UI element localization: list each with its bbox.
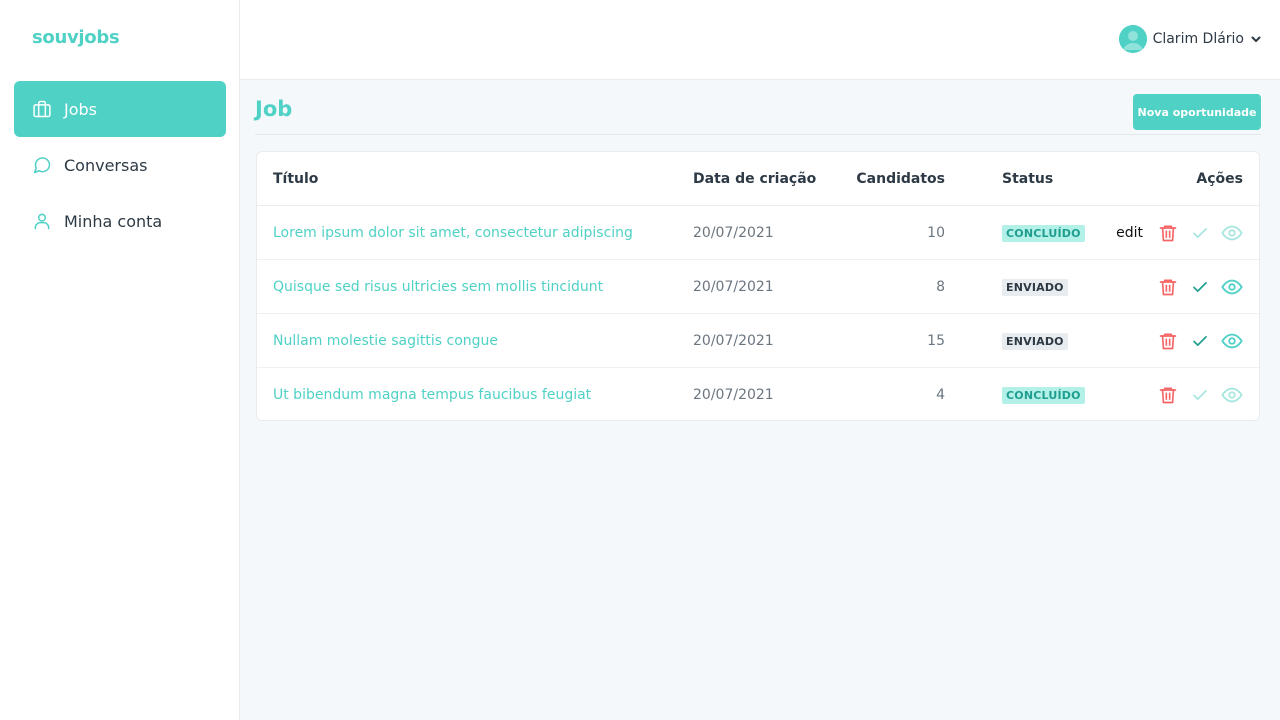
page-title: Job [255,97,293,121]
user-name: Clarim Dlário [1152,31,1244,47]
status-badge: ENVIADO [1002,332,1068,350]
candidates-count: 8 [936,279,945,295]
trash-icon[interactable] [1157,330,1179,352]
sidebar: souvjobs Jobs Conversas Minha conta [0,0,240,720]
trash-icon[interactable] [1157,276,1179,298]
app-logo[interactable]: souvjobs [32,27,120,48]
chat-icon [32,155,52,175]
column-header-actions: Ações [1196,170,1243,187]
sidebar-item-jobs[interactable]: Jobs [14,81,226,137]
status-badge: ENVIADO [1002,278,1068,296]
job-title-link[interactable]: Quisque sed risus ultricies sem mollis t… [273,279,603,295]
created-date: 20/07/2021 [693,387,774,403]
table-row: Nullam molestie sagittis congue 20/07/20… [257,314,1259,368]
chevron-down-icon [1250,30,1262,49]
table-row: Quisque sed risus ultricies sem mollis t… [257,260,1259,314]
candidates-count: 4 [936,387,945,403]
sidebar-item-label: Minha conta [64,211,163,231]
eye-icon[interactable] [1221,384,1243,406]
row-actions [1157,314,1243,368]
trash-icon[interactable] [1157,222,1179,244]
status-badge: CONCLUÍDO [1002,224,1085,242]
eye-icon[interactable] [1221,222,1243,244]
check-icon[interactable] [1189,222,1211,244]
candidates-count: 15 [927,333,945,349]
table-row: Lorem ipsum dolor sit amet, consectetur … [257,206,1259,260]
column-header-title[interactable]: Título [273,152,318,205]
top-bar: Clarim Dlário [240,0,1280,80]
table-row: Ut bibendum magna tempus faucibus feugia… [257,368,1259,420]
job-title-link[interactable]: Lorem ipsum dolor sit amet, consectetur … [273,225,633,241]
avatar-icon [1118,25,1147,53]
trash-icon[interactable] [1157,384,1179,406]
row-actions [1157,260,1243,314]
sidebar-item-label: Jobs [64,99,97,119]
jobs-table: Título Data de criação Candidatos Status… [256,151,1260,421]
sidebar-nav: Jobs Conversas Minha conta [14,81,226,249]
sidebar-item-minha-conta[interactable]: Minha conta [14,193,226,249]
created-date: 20/07/2021 [693,279,774,295]
title-divider [255,134,1261,135]
eye-icon[interactable] [1221,330,1243,352]
edit-link[interactable]: edit [1116,225,1143,241]
sidebar-item-conversas[interactable]: Conversas [14,137,226,193]
new-opportunity-button[interactable]: Nova oportunidade [1133,94,1261,130]
created-date: 20/07/2021 [693,333,774,349]
briefcase-icon [32,99,52,119]
created-date: 20/07/2021 [693,225,774,241]
check-icon[interactable] [1189,276,1211,298]
check-icon[interactable] [1189,384,1211,406]
column-header-date[interactable]: Data de criação [693,152,816,205]
sidebar-item-label: Conversas [64,155,148,175]
job-title-link[interactable]: Nullam molestie sagittis congue [273,333,498,349]
user-icon [32,211,52,231]
table-header-row: Título Data de criação Candidatos Status… [257,152,1259,206]
column-header-status[interactable]: Status [1002,152,1053,205]
candidates-count: 10 [927,225,945,241]
row-actions: edit [1116,206,1243,260]
row-actions [1157,368,1243,420]
status-badge: CONCLUÍDO [1002,386,1085,404]
user-menu[interactable]: Clarim Dlário [1118,25,1262,53]
job-title-link[interactable]: Ut bibendum magna tempus faucibus feugia… [273,387,591,403]
check-icon[interactable] [1189,330,1211,352]
column-header-candidates[interactable]: Candidatos [817,152,945,205]
eye-icon[interactable] [1221,276,1243,298]
